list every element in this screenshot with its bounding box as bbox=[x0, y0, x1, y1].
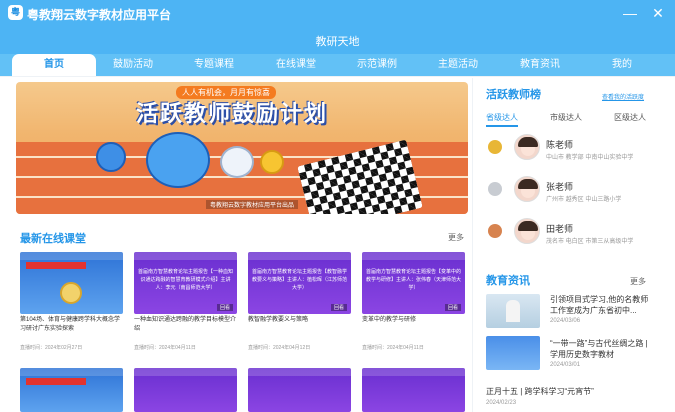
course-thumb-text: 首届南方智慧教育论坛主题报告【变革中的教学与研修】主讲人：张伟春（天津师范大学） bbox=[366, 269, 462, 291]
thumb-header-strip bbox=[248, 252, 351, 260]
banner-caption: 粤教翔云数字教材应用平台出品 bbox=[206, 200, 299, 209]
teacher-info: 广州市 越秀区 中山三路小学 bbox=[546, 197, 622, 203]
tab-city[interactable]: 市级达人 bbox=[550, 112, 582, 123]
course-name: 教智融学教要义与策略 bbox=[248, 317, 309, 323]
banner-headline: 活跃教师鼓励计划 bbox=[136, 101, 329, 126]
online-classes-more-link[interactable]: 更多 bbox=[448, 232, 464, 243]
tab-theme-activities[interactable]: 主题活动 bbox=[416, 54, 500, 76]
thumb-title-band bbox=[26, 378, 86, 385]
promo-banner[interactable]: 人人有机会，月月有惊喜 活跃教师鼓励计划 粤教翔云数字教材应用平台出品 bbox=[16, 82, 468, 214]
course-name: 一种血知识通达跨融的教学目标模型介绍 bbox=[134, 317, 237, 332]
app-title: 粤教翔云数字教材应用平台 bbox=[27, 8, 172, 22]
thumb-header-strip bbox=[362, 368, 465, 376]
thumb-header-strip bbox=[362, 252, 465, 260]
avatar bbox=[514, 218, 540, 244]
course-thumbnail[interactable] bbox=[134, 368, 237, 412]
course-date: 直播时间：2024年04月12日 bbox=[248, 345, 311, 351]
course-thumbnail: 首届南方智慧教育论坛主题报告【变革中的教学与研修】主讲人：张伟春（天津师范大学）… bbox=[362, 252, 465, 314]
tab-provincial[interactable]: 省级达人 bbox=[486, 112, 518, 127]
tab-home[interactable]: 首页 bbox=[12, 54, 96, 76]
teacher-name: 张老师 bbox=[546, 182, 574, 192]
course-card[interactable]: 首届南方智慧教育论坛主题报告【一种血知识通达跨融的智慧育教研模式介绍】主讲人：李… bbox=[134, 252, 237, 355]
news-more-link[interactable]: 更多 bbox=[630, 276, 646, 287]
mascot-icon bbox=[96, 142, 126, 172]
gold-medal-icon bbox=[488, 140, 502, 154]
page-header: 教研天地 bbox=[0, 26, 675, 54]
thumb-title-band bbox=[26, 262, 86, 269]
news-item-date: 2024/03/06 bbox=[550, 318, 581, 324]
course-thumb-text: 首届南方智慧教育论坛主题报告【一种血知识通达跨融的智慧育教研模式介绍】主讲人：李… bbox=[138, 269, 234, 291]
my-activity-link[interactable]: 查看我的活跃度 bbox=[602, 92, 644, 101]
silver-medal-icon bbox=[488, 182, 502, 196]
thumb-header-strip bbox=[20, 252, 123, 260]
mascot-icon bbox=[260, 150, 284, 174]
teacher-info: 中山市 教学部 中南中山实验中学 bbox=[546, 155, 634, 161]
course-thumbnail: 首届南方智慧教育论坛主题报告【教智融学教要义与策略】主讲人：植松晖（江苏师范大学… bbox=[248, 252, 351, 314]
course-name: 第104场、体育与健康跨学科大概念学习研讨广东实验探索 bbox=[20, 317, 121, 332]
course-thumbnail[interactable] bbox=[248, 368, 351, 412]
person-icon bbox=[506, 300, 520, 322]
thumb-header-strip bbox=[20, 368, 123, 376]
teacher-name: 陈老师 bbox=[546, 140, 574, 150]
teacher-name: 田老师 bbox=[546, 224, 574, 234]
main-nav: 首页 鼓励活动 专题课程 在线课堂 示范课例 主题活动 教育资讯 我的 bbox=[0, 54, 675, 76]
tab-topic-courses[interactable]: 专题课程 bbox=[172, 54, 256, 76]
news-thumbnail bbox=[486, 336, 540, 370]
tab-mine[interactable]: 我的 bbox=[580, 54, 664, 76]
divider bbox=[0, 76, 675, 77]
tab-district[interactable]: 区级达人 bbox=[614, 112, 646, 123]
replay-badge: 回看 bbox=[444, 304, 461, 311]
bronze-medal-icon bbox=[488, 224, 502, 238]
page-title: 教研天地 bbox=[315, 36, 360, 48]
thumb-header-strip bbox=[134, 252, 237, 260]
replay-badge: 回看 bbox=[216, 304, 233, 311]
course-thumbnail bbox=[20, 252, 123, 314]
news-item-date: 2024/03/01 bbox=[550, 362, 581, 368]
thumb-header-strip bbox=[248, 368, 351, 376]
education-news-panel: 教育资讯 更多 引领项目式学习,他的名教师工作室成为广东省初中... 2024/… bbox=[476, 266, 666, 412]
course-thumb-text: 首届南方智慧教育论坛主题报告【教智融学教要义与策略】主讲人：植松晖（江苏师范大学… bbox=[252, 269, 348, 291]
course-date: 直播时间：2024年04月11日 bbox=[362, 345, 424, 351]
course-thumbnail[interactable] bbox=[20, 368, 123, 412]
news-thumbnail bbox=[486, 294, 540, 328]
section-title-online-classes: 最新在线课堂 bbox=[20, 233, 86, 245]
mascot-icon bbox=[146, 132, 210, 188]
tab-demo-lessons[interactable]: 示范课例 bbox=[335, 54, 419, 76]
tab-education-news[interactable]: 教育资讯 bbox=[498, 54, 582, 76]
title-bar: 粤 粤教翔云数字教材应用平台 — ✕ bbox=[0, 0, 675, 26]
teacher-info: 茂名市 电白区 市第三从高级中学 bbox=[546, 239, 634, 245]
active-teachers-panel: 活跃教师榜 查看我的活跃度 省级达人 市级达人 区级达人 陈老师 中山市 教学部… bbox=[476, 78, 666, 254]
tab-online-class[interactable]: 在线课堂 bbox=[254, 54, 338, 76]
course-name: 变革中的教学与研修 bbox=[362, 317, 417, 323]
replay-badge: 回看 bbox=[330, 304, 347, 311]
avatar bbox=[514, 176, 540, 202]
active-teachers-title: 活跃教师榜 bbox=[486, 89, 541, 101]
trophy-icon bbox=[60, 282, 82, 304]
news-item-title[interactable]: 正月十五 | 跨学科学习“元宵节” bbox=[486, 386, 662, 397]
minimize-button[interactable]: — bbox=[620, 3, 640, 23]
column-divider bbox=[472, 78, 473, 412]
news-title: 教育资讯 bbox=[486, 275, 530, 287]
course-card[interactable]: 第104场、体育与健康跨学科大概念学习研讨广东实验探索 直播时间：2024年02… bbox=[20, 252, 123, 355]
news-item-date: 2024/02/23 bbox=[486, 400, 517, 406]
tab-encourage[interactable]: 鼓励活动 bbox=[91, 54, 175, 76]
course-card[interactable]: 首届南方智慧教育论坛主题报告【变革中的教学与研修】主讲人：张伟春（天津师范大学）… bbox=[362, 252, 465, 355]
mascot-icon bbox=[220, 146, 254, 178]
course-date: 直播时间：2024年02月27日 bbox=[20, 345, 83, 351]
news-item-title[interactable]: 引领项目式学习,他的名教师工作室成为广东省初中... bbox=[550, 294, 654, 316]
app-logo-icon: 粤 bbox=[8, 5, 23, 20]
close-button[interactable]: ✕ bbox=[648, 3, 668, 23]
course-card[interactable]: 首届南方智慧教育论坛主题报告【教智融学教要义与策略】主讲人：植松晖（江苏师范大学… bbox=[248, 252, 351, 355]
course-date: 直播时间：2024年04月11日 bbox=[134, 345, 196, 351]
avatar bbox=[514, 134, 540, 160]
thumb-header-strip bbox=[134, 368, 237, 376]
course-thumbnail: 首届南方智慧教育论坛主题报告【一种血知识通达跨融的智慧育教研模式介绍】主讲人：李… bbox=[134, 252, 237, 314]
news-item-title[interactable]: “一带一路”与古代丝绸之路 | 学用历史数字教材 bbox=[550, 338, 654, 360]
course-thumbnail[interactable] bbox=[362, 368, 465, 412]
